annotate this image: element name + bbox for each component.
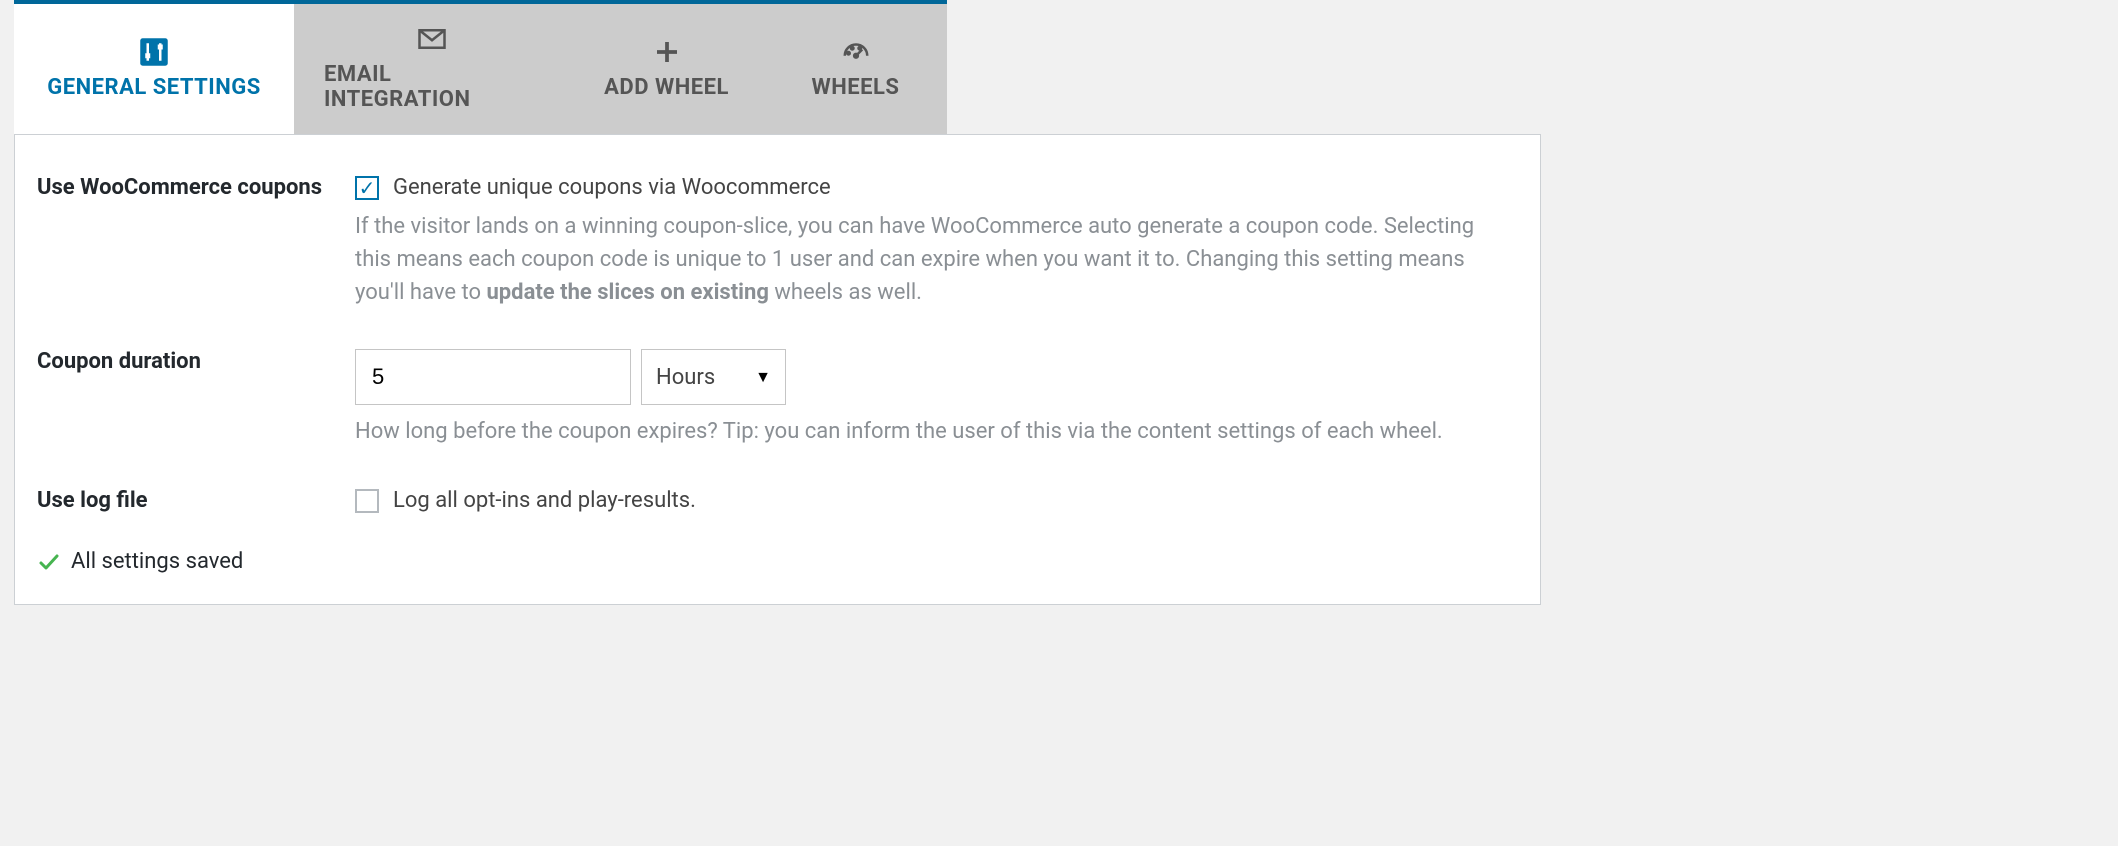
- check-icon: [37, 550, 61, 574]
- tab-label: EMAIL INTEGRATION: [324, 62, 539, 112]
- coupon-duration-input[interactable]: [355, 349, 631, 405]
- tab-email-integration[interactable]: EMAIL INTEGRATION: [294, 4, 569, 134]
- setting-label-woo: Use WooCommerce coupons: [15, 135, 355, 309]
- tab-wheels[interactable]: WHEELS: [764, 4, 947, 134]
- woo-coupons-checkbox-label: Generate unique coupons via Woocommerce: [393, 175, 831, 200]
- tab-label: ADD WHEEL: [604, 75, 729, 100]
- chevron-down-icon: ▼: [755, 367, 771, 387]
- coupon-duration-unit-select[interactable]: Hours ▼: [641, 349, 786, 405]
- save-status: All settings saved: [15, 513, 1540, 574]
- settings-panel: Use WooCommerce coupons ✓ Generate uniqu…: [14, 134, 1541, 605]
- gauge-icon: [841, 37, 871, 67]
- woo-coupons-description: If the visitor lands on a winning coupon…: [355, 210, 1510, 309]
- save-status-text: All settings saved: [71, 549, 243, 574]
- setting-label-duration: Coupon duration: [15, 309, 355, 448]
- tab-add-wheel[interactable]: ADD WHEEL: [569, 4, 764, 134]
- sliders-icon: [139, 37, 169, 67]
- log-file-checkbox[interactable]: ✓: [355, 489, 379, 513]
- tab-label: WHEELS: [812, 75, 900, 100]
- woo-coupons-checkbox[interactable]: ✓: [355, 176, 379, 200]
- log-file-checkbox-label: Log all opt-ins and play-results.: [393, 488, 696, 513]
- settings-tabs: GENERAL SETTINGS EMAIL INTEGRATION ADD W…: [14, 0, 947, 134]
- envelope-icon: [417, 24, 447, 54]
- plus-icon: [652, 37, 682, 67]
- tab-general-settings[interactable]: GENERAL SETTINGS: [14, 4, 294, 134]
- coupon-duration-description: How long before the coupon expires? Tip:…: [355, 415, 1510, 448]
- tab-label: GENERAL SETTINGS: [47, 75, 261, 100]
- select-value: Hours: [656, 365, 715, 390]
- setting-label-log: Use log file: [15, 448, 355, 513]
